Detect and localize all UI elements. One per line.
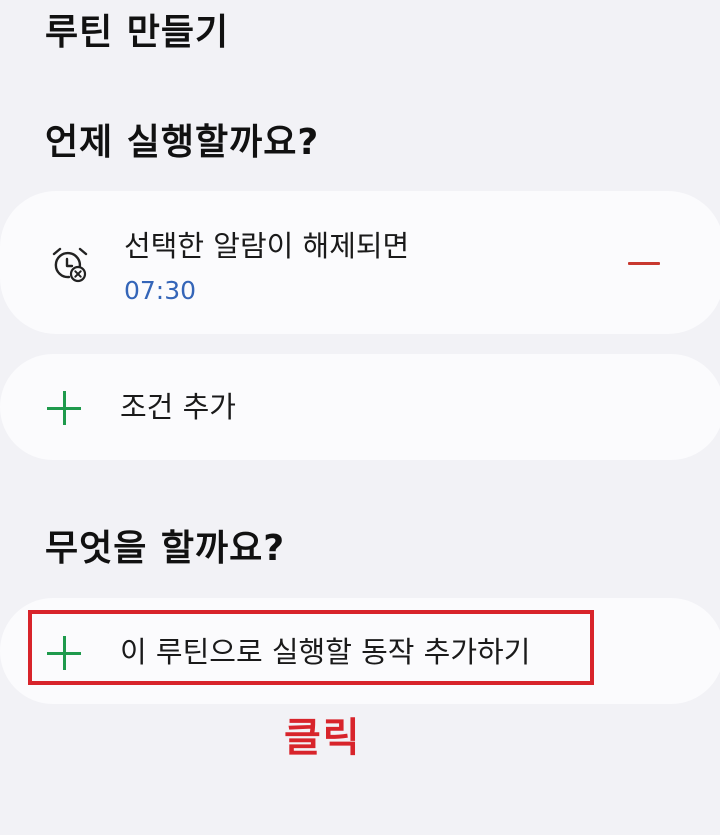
add-action-label: 이 루틴으로 실행할 동작 추가하기: [120, 635, 531, 669]
page-title: 루틴 만들기: [45, 12, 230, 53]
add-condition-label: 조건 추가: [120, 390, 236, 424]
plus-icon: [47, 391, 81, 425]
click-annotation: 클릭: [284, 715, 362, 761]
remove-condition-button[interactable]: [620, 246, 668, 282]
condition-time: 07:30: [124, 276, 197, 305]
condition-label: 선택한 알람이 해제되면: [124, 229, 410, 263]
what-section-heading: 무엇을 할까요?: [45, 528, 286, 569]
when-section-heading: 언제 실행할까요?: [45, 122, 320, 163]
alarm-dismiss-icon: [52, 247, 88, 283]
minus-icon: [628, 262, 660, 265]
add-condition-button[interactable]: [0, 354, 720, 460]
plus-icon: [47, 636, 81, 670]
